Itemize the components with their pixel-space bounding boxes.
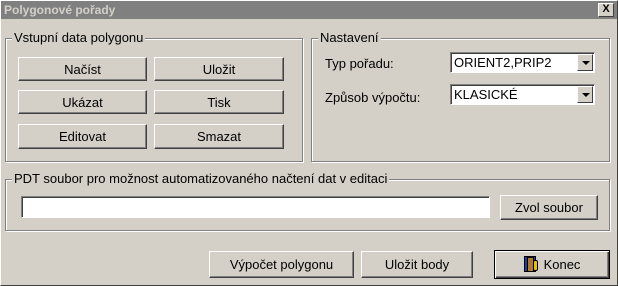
dialog-window: Polygonové pořady X Vstupní data polygon… [0, 0, 618, 286]
save-button-label: Uložit [202, 61, 236, 77]
input-data-group-label: Vstupní data polygonu [12, 30, 146, 45]
chevron-down-icon[interactable] [577, 54, 593, 71]
show-button-label: Ukázat [62, 94, 103, 110]
print-button[interactable]: Tisk [154, 90, 284, 114]
calc-method-value: KLASICKÉ [454, 87, 518, 102]
delete-button-label: Smazat [196, 129, 242, 144]
save-points-button[interactable]: Uložit body [361, 251, 473, 278]
traverse-type-select[interactable]: ORIENT2,PRIP2 [450, 52, 595, 73]
load-button[interactable]: Načíst [18, 57, 147, 81]
close-button[interactable]: X [598, 3, 614, 17]
edit-button[interactable]: Editovat [18, 124, 147, 149]
delete-button[interactable]: Smazat [154, 124, 284, 149]
calc-method-label: Způsob výpočtu: [325, 90, 421, 105]
choose-file-button-label: Zvol soubor [515, 200, 583, 215]
compute-polygon-button-label: Výpočet polygonu [229, 257, 334, 272]
choose-file-button[interactable]: Zvol soubor [500, 195, 598, 220]
show-button[interactable]: Ukázat [18, 90, 147, 114]
save-button[interactable]: Uložit [154, 57, 284, 81]
save-points-button-label: Uložit body [384, 257, 450, 272]
title-bar[interactable]: Polygonové pořady X [1, 1, 617, 19]
exit-button-label: Konec [543, 257, 581, 272]
compute-polygon-button[interactable]: Výpočet polygonu [209, 251, 354, 278]
chevron-down-icon[interactable] [577, 86, 593, 103]
pdt-file-group-label: PDT soubor pro možnost automatizovaného … [12, 171, 390, 186]
print-button-label: Tisk [207, 94, 231, 110]
load-button-label: Načíst [64, 61, 101, 77]
edit-button-label: Editovat [59, 129, 106, 144]
exit-door-icon [523, 256, 540, 273]
traverse-type-label: Typ pořadu: [325, 56, 394, 71]
pdt-file-input[interactable] [21, 196, 490, 218]
settings-group-label: Nastavení [318, 30, 381, 45]
window-title: Polygonové pořady [4, 3, 116, 17]
exit-button[interactable]: Konec [494, 250, 610, 279]
calc-method-select[interactable]: KLASICKÉ [450, 84, 595, 105]
traverse-type-value: ORIENT2,PRIP2 [454, 55, 552, 70]
